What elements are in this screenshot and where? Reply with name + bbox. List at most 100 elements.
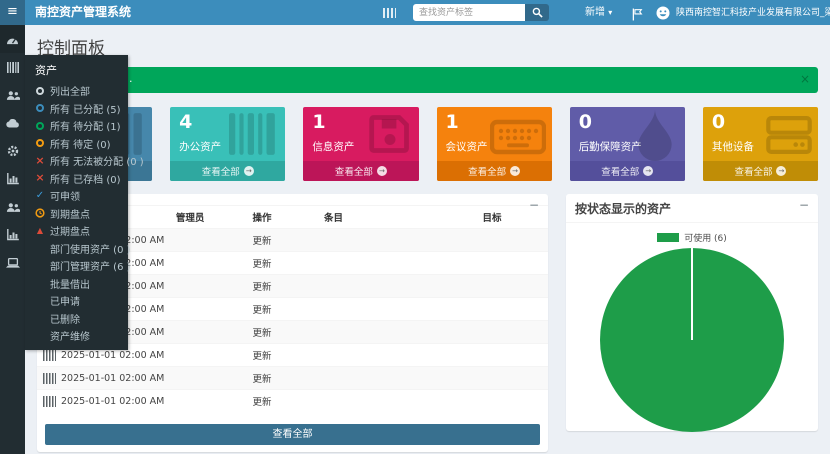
sidebar-item-assets[interactable] <box>0 53 25 81</box>
view-all-button[interactable]: 查看全部 <box>45 424 540 445</box>
card-label: 其他设备 <box>712 139 754 154</box>
collapse-button[interactable]: − <box>799 198 809 212</box>
search-icon <box>532 7 543 18</box>
sidebar-item-users[interactable] <box>0 81 25 109</box>
circle-icon <box>35 139 45 147</box>
barcode-icon[interactable] <box>383 8 396 18</box>
menu-item-unassignable[interactable]: × 所有 无法被分配 (0 ) <box>25 152 128 170</box>
view-all-link[interactable]: 查看全部 → <box>703 161 818 181</box>
search-input[interactable] <box>413 4 525 21</box>
menu-item-applied[interactable]: 已申请 <box>25 292 128 310</box>
row-target <box>476 252 548 275</box>
legend-swatch <box>657 233 679 242</box>
menu-item-label: 到期盘点 <box>50 206 90 221</box>
menu-item-deleted[interactable]: 已删除 <box>25 310 128 328</box>
menu-item-label: 可申领 <box>50 188 80 203</box>
sidebar-item-analytics[interactable] <box>0 221 25 249</box>
card-logistics-assets[interactable]: 0 后勤保障资产 查看全部 → <box>570 107 685 181</box>
new-dropdown-label: 新增 <box>585 7 605 18</box>
search-button[interactable] <box>525 4 549 21</box>
users-icon <box>6 202 20 213</box>
sidebar-item-dashboard[interactable] <box>0 25 25 53</box>
row-date: 2025-01-01 02:00 AM <box>61 373 164 384</box>
column-header-action: 操作 <box>247 206 319 229</box>
card-meeting-assets[interactable]: 1 会议资产 查看全部 → <box>437 107 552 181</box>
check-icon: ✓ <box>35 191 45 201</box>
barcode-icon <box>43 350 56 361</box>
laptop-icon <box>6 258 20 268</box>
history-clock-icon <box>35 208 45 218</box>
times-icon: × <box>35 173 45 183</box>
row-target <box>476 367 548 390</box>
row-action: 更新 <box>247 252 319 275</box>
view-all-label: 查看全部 <box>468 164 506 178</box>
app-title: 南控资产管理系统 <box>35 0 131 25</box>
arrow-circle-right-icon: → <box>776 166 786 176</box>
menu-item-due-inventory[interactable]: 到期盘点 <box>25 205 128 223</box>
row-item <box>318 367 476 390</box>
flag-icon[interactable] <box>632 6 643 25</box>
menu-item-pending-assign[interactable]: 所有 待分配 (1) <box>25 117 128 135</box>
avatar[interactable] <box>656 5 670 24</box>
menu-item-undecided[interactable]: 所有 待定 (0) <box>25 135 128 153</box>
dashboard-gauge-icon <box>6 34 19 45</box>
view-all-link[interactable]: 查看全部 → <box>170 161 285 181</box>
menu-item-label: 已删除 <box>50 311 80 326</box>
menu-item-assigned[interactable]: 所有 已分配 (5) <box>25 100 128 118</box>
row-date: 2025-01-01 02:00 AM <box>61 350 164 361</box>
card-office-assets[interactable]: 4 办公资产 查看全部 → <box>170 107 285 181</box>
sidebar-item-devices[interactable] <box>0 249 25 277</box>
menu-item-dept-used-assets[interactable]: 部门使用资产 (0 ) <box>25 240 128 258</box>
menu-item-list-all[interactable]: 列出全部 <box>25 82 128 100</box>
row-target <box>476 344 548 367</box>
sidebar-item-cloud[interactable] <box>0 109 25 137</box>
card-count: 4 <box>179 111 192 133</box>
users-icon <box>6 90 20 101</box>
view-all-link[interactable]: 查看全部 → <box>303 161 418 181</box>
table-row[interactable]: 2025-01-01 02:00 AM 更新 <box>37 367 548 390</box>
sidebar-item-settings[interactable] <box>0 137 25 165</box>
collapse-button[interactable]: − <box>529 198 539 212</box>
row-item <box>318 390 476 413</box>
row-action: 更新 <box>247 275 319 298</box>
table-row[interactable]: 2025-01-01 02:00 AM 更新 <box>37 390 548 413</box>
arrow-circle-right-icon: → <box>244 166 254 176</box>
user-menu[interactable]: 陕西南控智汇科技产业发展有限公司_梁俊 ▾ <box>676 0 830 25</box>
view-all-link[interactable]: 查看全部 → <box>570 161 685 181</box>
view-all-label: 查看全部 <box>601 164 639 178</box>
menu-item-claimable[interactable]: ✓ 可申领 <box>25 187 128 205</box>
sidebar-item-reports[interactable] <box>0 165 25 193</box>
menu-item-asset-repair[interactable]: 资产维修 <box>25 327 128 345</box>
view-all-link[interactable]: 查看全部 → <box>437 161 552 181</box>
server-icon <box>766 115 812 155</box>
menu-item-batch-lend[interactable]: 批量借出 <box>25 275 128 293</box>
page-title: 控制面板 <box>37 34 818 59</box>
row-admin <box>170 390 247 413</box>
column-header-item: 条目 <box>318 206 476 229</box>
row-item <box>318 344 476 367</box>
menu-item-label: 列出全部 <box>50 83 90 98</box>
menu-item-label: 批量借出 <box>50 276 90 291</box>
sidebar-toggle-button[interactable]: ≡ <box>0 0 25 25</box>
sidebar-item-people[interactable] <box>0 193 25 221</box>
card-info-assets[interactable]: 1 信息资产 查看全部 → <box>303 107 418 181</box>
status-pie-chart <box>599 247 785 433</box>
menu-item-label: 部门管理资产 (6 ) <box>50 258 131 273</box>
menu-item-archived[interactable]: × 所有 已存档 (0) <box>25 170 128 188</box>
view-all-label: 查看全部 <box>335 164 373 178</box>
row-target <box>476 275 548 298</box>
menu-item-overdue-inventory[interactable]: ▲ 过期盘点 <box>25 222 128 240</box>
row-admin <box>170 344 247 367</box>
row-target <box>476 229 548 252</box>
row-item <box>318 252 476 275</box>
card-other-equipment[interactable]: 0 其他设备 查看全部 → <box>703 107 818 181</box>
menu-item-label: 所有 无法被分配 (0 ) <box>50 153 144 168</box>
summary-cards: 查看全部 → 4 办公资产 查看全部 → 1 信息资产 查看全部 <box>37 107 818 181</box>
row-target <box>476 321 548 344</box>
sidebar <box>0 25 25 454</box>
view-all-label: 查看全部 <box>734 164 772 178</box>
menu-item-dept-managed-assets[interactable]: 部门管理资产 (6 ) <box>25 257 128 275</box>
row-admin <box>170 321 247 344</box>
close-icon[interactable]: × <box>800 71 810 87</box>
new-dropdown[interactable]: 新增 ▾ <box>585 0 612 25</box>
